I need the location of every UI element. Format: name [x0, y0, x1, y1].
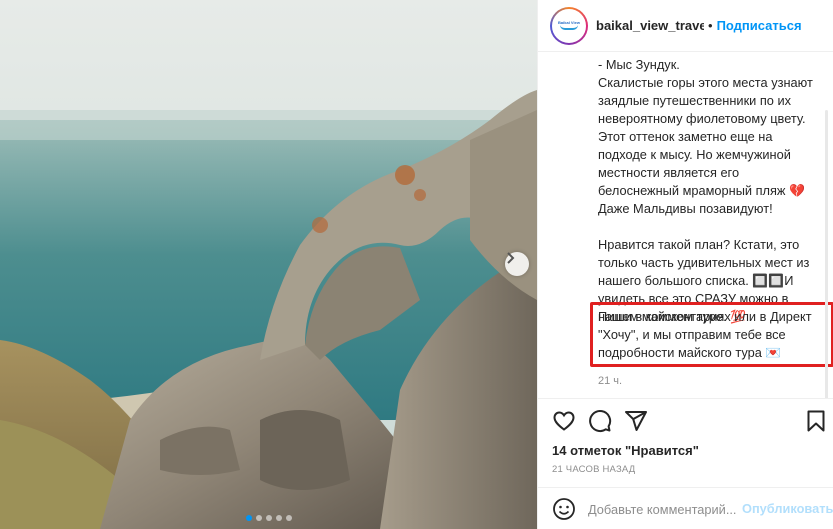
- caption-line: Нравится такой план? Кстати, это: [598, 237, 800, 252]
- caption-timestamp[interactable]: 21 ч.: [598, 372, 622, 390]
- carousel-dot: [266, 515, 272, 521]
- comment-icon: [589, 410, 612, 432]
- caption-line: Пиши в комментариях или в Директ: [598, 309, 812, 324]
- instagram-post-viewer: Baikal View baikal_view_travelle • Подпи…: [0, 0, 833, 529]
- caption-line: подходе к мысу. Но жемчужиной: [598, 147, 791, 162]
- post-side-panel: Baikal View baikal_view_travelle • Подпи…: [537, 0, 833, 529]
- caption-line: Скалистые горы этого места узнают: [598, 75, 813, 90]
- caption-line: невероятному фиолетовому цвету.: [598, 111, 806, 126]
- share-icon: [625, 411, 647, 431]
- emoji-icon: [553, 498, 575, 520]
- separator-dot: •: [708, 18, 713, 33]
- comment-button[interactable]: [588, 409, 612, 438]
- wave-icon: [560, 25, 578, 30]
- caption-scrollbar[interactable]: [825, 110, 828, 398]
- post-timestamp[interactable]: 21 ЧАСОВ НАЗАД: [552, 464, 635, 475]
- caption-text: - Мыс Зундук. Скалистые горы этого места…: [598, 56, 820, 326]
- bookmark-icon: [807, 410, 825, 432]
- emoji-button[interactable]: [552, 497, 576, 526]
- like-button[interactable]: [552, 409, 576, 438]
- next-photo-button[interactable]: [505, 252, 529, 276]
- heart-icon: [553, 411, 575, 431]
- photo-landscape: [0, 0, 537, 529]
- caption-line: белоснежный мраморный пляж 💔: [598, 183, 805, 198]
- carousel-dot: [276, 515, 282, 521]
- caption-line: Этот оттенок заметно еще на: [598, 129, 773, 144]
- save-button[interactable]: [806, 409, 826, 438]
- highlighted-caption: Пиши в комментариях или в Директ "Хочу",…: [598, 308, 826, 362]
- post-header: Baikal View baikal_view_travelle • Подпи…: [538, 0, 833, 52]
- carousel-dot: [246, 515, 252, 521]
- caption-line: - Мыс Зундук.: [598, 57, 680, 72]
- username-link[interactable]: baikal_view_travelle: [596, 18, 704, 33]
- carousel-dot: [286, 515, 292, 521]
- caption-line: местности является его: [598, 165, 740, 180]
- caption-line: Даже Мальдивы позавидуют!: [598, 201, 773, 216]
- caption-line: нашего большого списка. 🔲🔲И: [598, 273, 794, 288]
- carousel-indicator: [246, 515, 292, 521]
- caption-line: заядлые путешественники по их: [598, 93, 792, 108]
- chevron-right-icon: [507, 252, 515, 264]
- carousel-dot: [256, 515, 262, 521]
- likes-count[interactable]: 14 отметок "Нравится": [552, 443, 699, 458]
- avatar[interactable]: Baikal View: [550, 6, 588, 45]
- caption-line: только часть удивительных мест из: [598, 255, 810, 270]
- publish-button[interactable]: Опубликовать: [742, 501, 833, 516]
- caption-line: подробности майского тура 💌: [598, 345, 782, 360]
- avatar-logo: Baikal View: [552, 8, 586, 43]
- post-photo[interactable]: [0, 0, 537, 529]
- caption-line: "Хочу", и мы отправим тебе все: [598, 327, 786, 342]
- post-actions: 14 отметок "Нравится" 21 ЧАСОВ НАЗАД Опу…: [538, 398, 833, 529]
- share-button[interactable]: [624, 409, 648, 438]
- caption-area: - Мыс Зундук. Скалистые горы этого места…: [538, 52, 833, 398]
- comment-input[interactable]: [588, 499, 738, 519]
- follow-button[interactable]: Подписаться: [717, 18, 802, 33]
- comment-form: Опубликовать: [538, 487, 833, 529]
